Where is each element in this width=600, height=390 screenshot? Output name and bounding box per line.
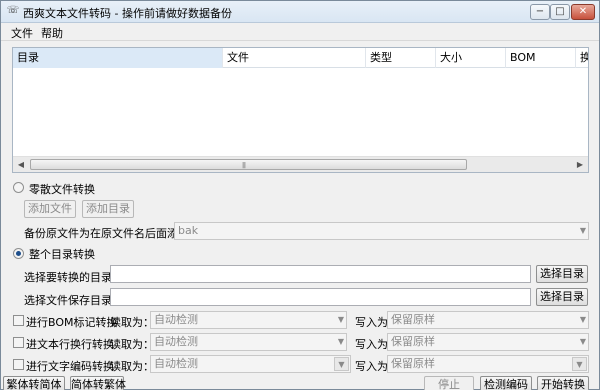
simplified-to-traditional-button[interactable]: 简体转繁体 [70, 376, 126, 390]
chevron-down-icon: ▼ [337, 337, 344, 346]
newline-write-select[interactable]: 保留原样 ▼ [387, 333, 589, 351]
newline-checkbox[interactable] [13, 337, 24, 348]
save-dir-input[interactable] [110, 288, 531, 306]
list-header: 目录 文件 类型 大小 BOM 换 [13, 48, 588, 68]
chevron-down-icon: ▼ [334, 357, 349, 371]
newline-read-value: 自动检测 [154, 335, 198, 348]
save-dir-label: 选择文件保存目录： [24, 294, 123, 307]
backup-suffix-select[interactable]: bak ▼ [174, 222, 589, 240]
newline-write-label: 写入为 [355, 338, 388, 351]
chevron-down-icon: ▼ [579, 226, 586, 235]
column-bom[interactable]: BOM [506, 48, 576, 68]
main-window: ☏ 西爽文本文件转码 - 操作前请做好数据备份 − □ ✕ 文件 帮助 目录 文… [0, 0, 600, 390]
newline-label[interactable]: 进文本行换行转换 [26, 336, 114, 352]
menu-help[interactable]: 帮助 [41, 25, 63, 41]
scroll-left-icon[interactable]: ◀ [13, 157, 29, 172]
title-bar[interactable]: ☏ 西爽文本文件转码 - 操作前请做好数据备份 − □ ✕ [1, 1, 599, 23]
column-directory[interactable]: 目录 [13, 48, 223, 68]
chevron-down-icon: ▼ [579, 315, 586, 324]
menu-file[interactable]: 文件 [11, 25, 33, 41]
backup-suffix-value: bak [178, 224, 199, 237]
whole-dir-label[interactable]: 整个目录转换 [29, 246, 95, 262]
encoding-read-select[interactable]: 自动检测 ▼ [150, 355, 351, 373]
file-list[interactable]: 目录 文件 类型 大小 BOM 换 ◀ ||| ▶ [12, 47, 589, 173]
add-file-button[interactable]: 添加文件 [24, 200, 76, 218]
choose-source-dir-button[interactable]: 选择目录 [536, 265, 588, 283]
column-file[interactable]: 文件 [223, 48, 366, 68]
encoding-label[interactable]: 进行文字编码转换 [26, 358, 114, 374]
minimize-button[interactable]: − [530, 4, 550, 20]
source-dir-input[interactable] [110, 265, 531, 283]
choose-save-dir-button[interactable]: 选择目录 [536, 288, 588, 306]
newline-read-label: 读取为： [110, 338, 154, 351]
horizontal-scrollbar[interactable]: ◀ ||| ▶ [13, 156, 588, 172]
bom-write-value: 保留原样 [391, 313, 435, 326]
detect-encoding-button[interactable]: 检测编码 [480, 376, 532, 390]
window-title: 西爽文本文件转码 - 操作前请做好数据备份 [23, 7, 232, 20]
source-dir-label: 选择要转换的目录： [24, 271, 123, 284]
scatter-label[interactable]: 零散文件转换 [29, 181, 95, 197]
scroll-right-icon[interactable]: ▶ [572, 157, 588, 172]
encoding-read-value: 自动检测 [154, 357, 198, 370]
grip-icon: ||| [242, 162, 246, 169]
chevron-down-icon: ▼ [579, 337, 586, 346]
column-linebreak[interactable]: 换 [576, 48, 588, 68]
chevron-down-icon: ▼ [572, 357, 587, 371]
add-directory-button[interactable]: 添加目录 [82, 200, 134, 218]
scroll-thumb[interactable]: ||| [30, 159, 467, 170]
stop-button[interactable]: 停止 [424, 376, 474, 390]
bom-write-select[interactable]: 保留原样 ▼ [387, 311, 589, 329]
bom-read-label: 读取为： [110, 316, 154, 329]
menu-bar: 文件 帮助 [1, 23, 599, 41]
bom-label[interactable]: 进行BOM标记转换 [26, 314, 118, 330]
traditional-to-simplified-button[interactable]: 繁体转简体 [3, 376, 65, 390]
bom-write-label: 写入为 [355, 316, 388, 329]
column-size[interactable]: 大小 [436, 48, 506, 68]
column-type[interactable]: 类型 [366, 48, 436, 68]
close-button[interactable]: ✕ [571, 4, 595, 20]
maximize-button[interactable]: □ [550, 4, 570, 20]
bom-read-select[interactable]: 自动检测 ▼ [150, 311, 347, 329]
chevron-down-icon: ▼ [337, 315, 344, 324]
newline-write-value: 保留原样 [391, 335, 435, 348]
bom-read-value: 自动检测 [154, 313, 198, 326]
encoding-read-label: 读取为： [110, 360, 154, 373]
start-convert-button[interactable]: 开始转换 [537, 376, 589, 390]
bom-checkbox[interactable] [13, 315, 24, 326]
scatter-radio[interactable] [13, 182, 24, 193]
encoding-checkbox[interactable] [13, 359, 24, 370]
encoding-write-select[interactable]: 保留原样 ▼ [387, 355, 589, 373]
newline-read-select[interactable]: 自动检测 ▼ [150, 333, 347, 351]
encoding-write-value: 保留原样 [391, 357, 435, 370]
app-icon: ☏ [6, 5, 20, 16]
whole-dir-radio[interactable] [13, 248, 24, 259]
encoding-write-label: 写入为 [355, 360, 388, 373]
